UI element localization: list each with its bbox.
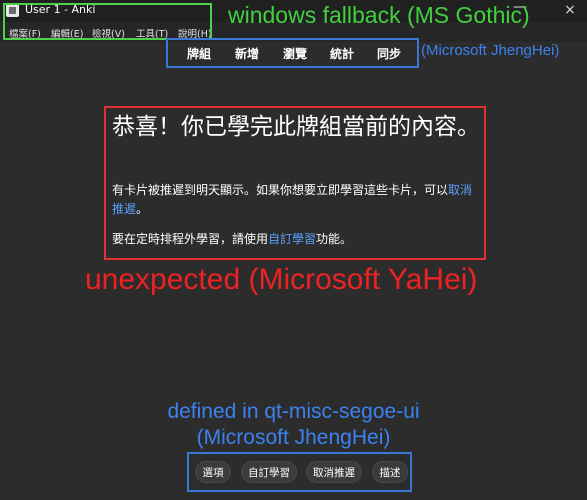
custom-study-text: 要在定時排程外學習，請使用 xyxy=(112,232,269,246)
congrats-heading: 恭喜！你已學完此牌組當前的內容。 xyxy=(112,114,480,140)
annotation-label-green: windows fallback (MS Gothic) xyxy=(228,2,530,28)
annotation-box-blue-top xyxy=(166,38,419,68)
annotation-label-blue-bottom-line1: defined in qt-misc-segoe-ui xyxy=(167,400,420,423)
buried-text-end: 。 xyxy=(136,202,149,216)
congrats-paragraph-buried: 有卡片被推遲到明天顯示。如果你想要立即學習這些卡片，可以取消推遲。 xyxy=(112,181,480,219)
unbury-button[interactable]: 取消推遲 xyxy=(306,461,362,483)
annotation-label-red: unexpected (Microsoft YaHei) xyxy=(85,263,478,296)
description-button[interactable]: 描述 xyxy=(372,461,408,483)
custom-study-link[interactable]: 自訂學習 xyxy=(268,232,316,246)
options-button[interactable]: 選項 xyxy=(195,461,231,483)
annotation-label-blue-bottom-line2: (Microsoft JhengHei) xyxy=(196,426,391,449)
annotation-box-green xyxy=(3,3,212,40)
buried-text: 有卡片被推遲到明天顯示。如果你想要立即學習這些卡片，可以 xyxy=(112,183,449,197)
custom-study-button[interactable]: 自訂學習 xyxy=(241,461,297,483)
close-button[interactable]: × xyxy=(560,1,580,19)
custom-study-text-end: 功能。 xyxy=(316,232,353,246)
annotation-label-blue-top: (Microsoft JhengHei) xyxy=(421,42,560,59)
congrats-paragraph-custom-study: 要在定時排程外學習，請使用自訂學習功能。 xyxy=(112,230,480,249)
